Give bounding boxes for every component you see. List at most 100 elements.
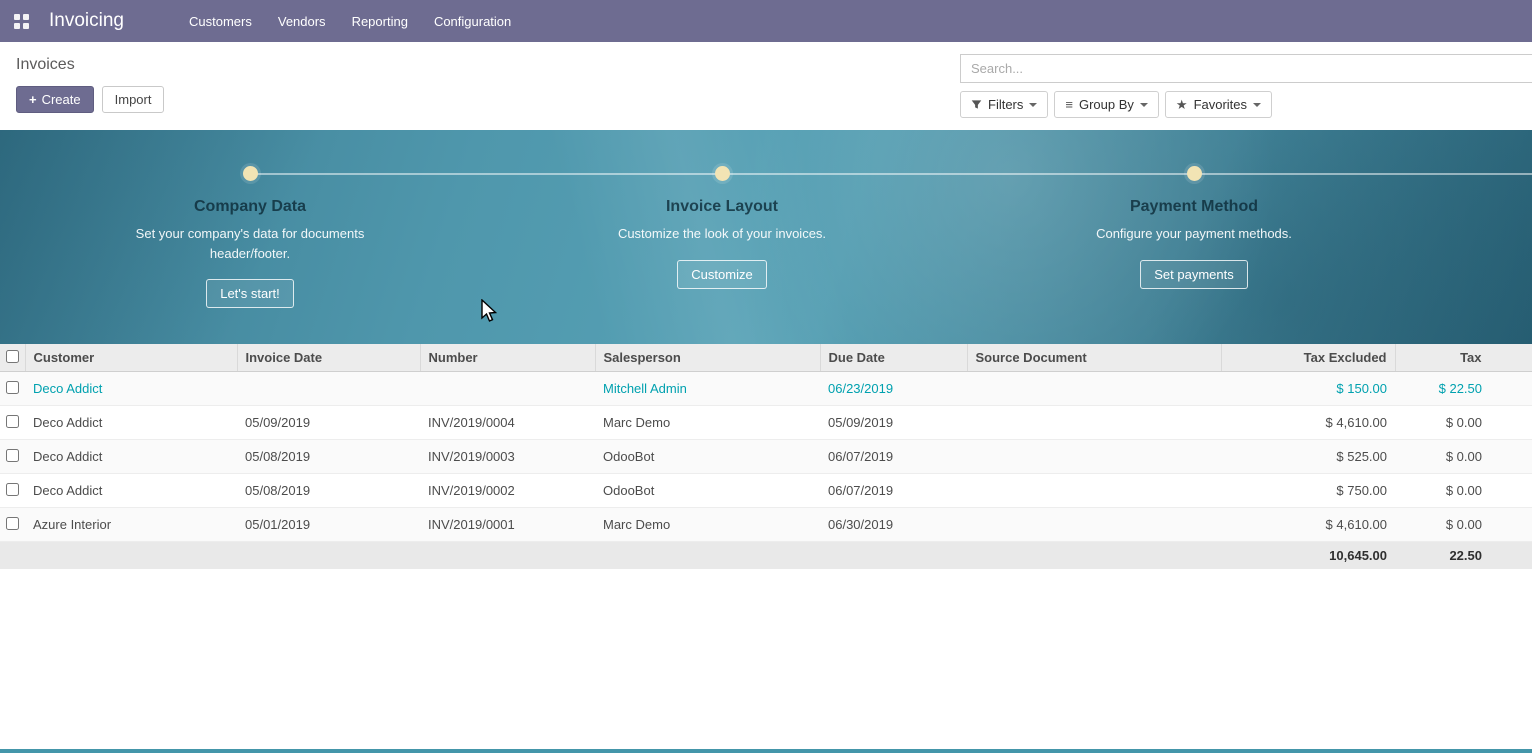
total-tax-excluded: 10,645.00	[1221, 542, 1395, 570]
plus-icon: +	[29, 92, 37, 107]
column-header-due-date[interactable]: Due Date	[820, 344, 967, 372]
column-header-salesperson[interactable]: Salesperson	[595, 344, 820, 372]
top-navbar: Invoicing Customers Vendors Reporting Co…	[0, 0, 1532, 42]
table-row[interactable]: Deco AddictMitchell Admin06/23/2019$ 150…	[0, 372, 1532, 406]
step-dot	[1187, 166, 1202, 181]
row-select-cell[interactable]	[0, 372, 25, 406]
table-row[interactable]: Deco Addict05/08/2019INV/2019/0002OdooBo…	[0, 474, 1532, 508]
cell-salesperson: Mitchell Admin	[595, 372, 820, 406]
column-header-invoice-date[interactable]: Invoice Date	[237, 344, 420, 372]
favorites-button[interactable]: ★ Favorites	[1165, 91, 1272, 118]
row-select-cell[interactable]	[0, 440, 25, 474]
onboarding-banner: Company Data Set your company's data for…	[0, 130, 1532, 344]
cell-number: INV/2019/0004	[420, 406, 595, 440]
cell-due-date: 06/07/2019	[820, 474, 967, 508]
cell-tax: $ 22.50	[1395, 372, 1532, 406]
menu-vendors[interactable]: Vendors	[265, 2, 339, 41]
column-header-tax-excluded[interactable]: Tax Excluded	[1221, 344, 1395, 372]
step-dot	[715, 166, 730, 181]
cell-number: INV/2019/0002	[420, 474, 595, 508]
row-checkbox[interactable]	[6, 415, 19, 428]
row-checkbox[interactable]	[6, 449, 19, 462]
star-icon: ★	[1176, 98, 1188, 111]
cell-salesperson: Marc Demo	[595, 406, 820, 440]
row-checkbox[interactable]	[6, 517, 19, 530]
invoice-table-body: Deco AddictMitchell Admin06/23/2019$ 150…	[0, 372, 1532, 542]
invoice-table: Customer Invoice Date Number Salesperson…	[0, 344, 1532, 569]
cell-salesperson: Marc Demo	[595, 508, 820, 542]
cell-tax-excluded: $ 525.00	[1221, 440, 1395, 474]
app-name[interactable]: Invoicing	[49, 10, 124, 32]
control-panel: Invoices +Create Import Filters ≡ Group …	[0, 42, 1532, 130]
group-by-icon: ≡	[1065, 98, 1073, 111]
main-menu: Customers Vendors Reporting Configuratio…	[176, 2, 524, 41]
step-title: Payment Method	[1130, 198, 1258, 216]
cell-customer: Azure Interior	[25, 508, 237, 542]
bottom-accent-bar	[0, 749, 1532, 753]
cell-tax-excluded: $ 150.00	[1221, 372, 1395, 406]
onboarding-step-payment-method: Payment Method Configure your payment me…	[1034, 166, 1354, 289]
cell-customer: Deco Addict	[25, 474, 237, 508]
table-row[interactable]: Deco Addict05/09/2019INV/2019/0004Marc D…	[0, 406, 1532, 440]
table-header-row: Customer Invoice Date Number Salesperson…	[0, 344, 1532, 372]
menu-reporting[interactable]: Reporting	[339, 2, 421, 41]
apps-grid-square	[14, 23, 20, 29]
cell-tax-excluded: $ 4,610.00	[1221, 406, 1395, 440]
table-row[interactable]: Deco Addict05/08/2019INV/2019/0003OdooBo…	[0, 440, 1532, 474]
caret-down-icon	[1029, 103, 1037, 107]
customize-button[interactable]: Customize	[677, 260, 766, 289]
apps-menu-icon[interactable]	[14, 14, 29, 29]
cell-source-document	[967, 406, 1221, 440]
set-payments-button[interactable]: Set payments	[1140, 260, 1248, 289]
create-button[interactable]: +Create	[16, 86, 94, 113]
totals-row: 10,645.00 22.50	[0, 542, 1532, 570]
column-header-number[interactable]: Number	[420, 344, 595, 372]
select-all-checkbox[interactable]	[6, 350, 19, 363]
cell-tax: $ 0.00	[1395, 440, 1532, 474]
row-select-cell[interactable]	[0, 474, 25, 508]
step-description: Configure your payment methods.	[1096, 224, 1292, 244]
cell-invoice-date	[237, 372, 420, 406]
group-by-button[interactable]: ≡ Group By	[1054, 91, 1159, 118]
search-input[interactable]	[971, 61, 1522, 76]
row-select-cell[interactable]	[0, 406, 25, 440]
row-checkbox[interactable]	[6, 483, 19, 496]
table-row[interactable]: Azure Interior05/01/2019INV/2019/0001Mar…	[0, 508, 1532, 542]
cell-salesperson: OdooBot	[595, 440, 820, 474]
cell-tax: $ 0.00	[1395, 508, 1532, 542]
cell-source-document	[967, 440, 1221, 474]
lets-start-button[interactable]: Let's start!	[206, 279, 294, 308]
filters-button[interactable]: Filters	[960, 91, 1048, 118]
column-header-tax[interactable]: Tax	[1395, 344, 1532, 372]
step-description: Set your company's data for documents he…	[135, 224, 365, 263]
column-header-source-document[interactable]: Source Document	[967, 344, 1221, 372]
cell-invoice-date: 05/01/2019	[237, 508, 420, 542]
cell-due-date: 06/07/2019	[820, 440, 967, 474]
cell-number: INV/2019/0001	[420, 508, 595, 542]
menu-configuration[interactable]: Configuration	[421, 2, 524, 41]
menu-customers[interactable]: Customers	[176, 2, 265, 41]
cell-number	[420, 372, 595, 406]
cell-tax: $ 0.00	[1395, 406, 1532, 440]
cell-invoice-date: 05/08/2019	[237, 440, 420, 474]
cell-tax-excluded: $ 4,610.00	[1221, 508, 1395, 542]
caret-down-icon	[1140, 103, 1148, 107]
column-header-customer[interactable]: Customer	[25, 344, 237, 372]
cell-tax: $ 0.00	[1395, 474, 1532, 508]
control-panel-right: Filters ≡ Group By ★ Favorites	[960, 54, 1532, 120]
caret-down-icon	[1253, 103, 1261, 107]
row-checkbox[interactable]	[6, 381, 19, 394]
cell-invoice-date: 05/09/2019	[237, 406, 420, 440]
apps-grid-square	[14, 14, 20, 20]
apps-grid-square	[23, 23, 29, 29]
cell-due-date: 06/30/2019	[820, 508, 967, 542]
onboarding-step-invoice-layout: Invoice Layout Customize the look of you…	[562, 166, 882, 289]
search-options: Filters ≡ Group By ★ Favorites	[960, 91, 1532, 118]
apps-grid-square	[23, 14, 29, 20]
search-bar	[960, 54, 1532, 83]
cell-invoice-date: 05/08/2019	[237, 474, 420, 508]
import-button[interactable]: Import	[102, 86, 165, 113]
row-select-cell[interactable]	[0, 508, 25, 542]
cell-customer: Deco Addict	[25, 372, 237, 406]
step-dot	[243, 166, 258, 181]
